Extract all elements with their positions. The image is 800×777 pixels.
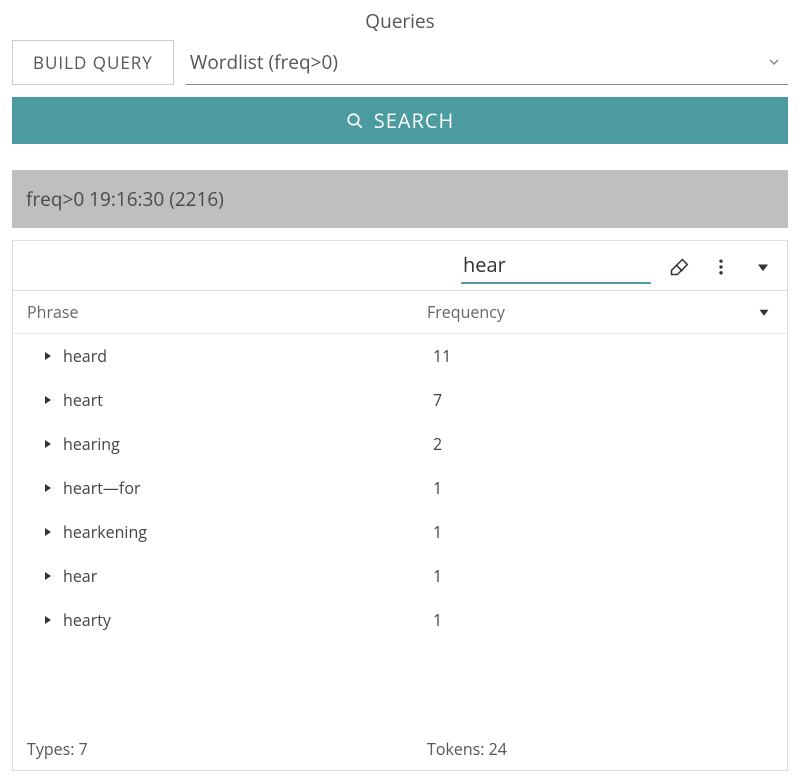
table-row[interactable]: heart—for1 — [13, 466, 787, 510]
table-row[interactable]: hearty1 — [13, 598, 787, 642]
column-frequency[interactable]: Frequency — [427, 301, 755, 323]
kebab-icon — [711, 257, 731, 277]
sort-menu-button[interactable] — [755, 303, 773, 321]
frequency-cell: 11 — [433, 345, 773, 367]
table-row[interactable]: heart7 — [13, 378, 787, 422]
table-header: Phrase Frequency — [13, 291, 787, 334]
chevron-down-icon — [768, 56, 780, 68]
phrase-cell: hearkening — [63, 521, 433, 543]
expand-icon — [43, 483, 53, 493]
page-title: Queries — [12, 8, 788, 34]
frequency-cell: 1 — [433, 609, 773, 631]
more-menu-button[interactable] — [707, 253, 735, 281]
phrase-cell: hearing — [63, 433, 433, 455]
build-query-button[interactable]: BUILD QUERY — [12, 40, 174, 85]
eraser-button[interactable] — [665, 253, 693, 281]
expand-icon — [43, 615, 53, 625]
triangle-down-icon — [755, 302, 773, 322]
search-button[interactable]: SEARCH — [12, 97, 788, 144]
phrase-cell: heart—for — [63, 477, 433, 499]
types-count: Types: 7 — [27, 738, 427, 760]
eraser-icon — [669, 257, 689, 277]
phrase-cell: heard — [63, 345, 433, 367]
table-footer: Types: 7 Tokens: 24 — [13, 722, 787, 770]
search-icon — [346, 112, 364, 130]
expand-icon — [43, 395, 53, 405]
frequency-cell: 1 — [433, 477, 773, 499]
tokens-count: Tokens: 24 — [427, 738, 773, 760]
table-row[interactable]: hear1 — [13, 554, 787, 598]
collapse-toggle[interactable] — [749, 253, 777, 281]
phrase-cell: hearty — [63, 609, 433, 631]
expand-icon — [43, 439, 53, 449]
filter-input[interactable] — [461, 249, 651, 284]
frequency-cell: 7 — [433, 389, 773, 411]
phrase-cell: hear — [63, 565, 433, 587]
search-button-label: SEARCH — [374, 107, 454, 134]
frequency-cell: 1 — [433, 521, 773, 543]
query-summary: freq>0 19:16:30 (2216) — [12, 170, 788, 228]
wordlist-select[interactable]: Wordlist (freq>0) — [186, 40, 788, 85]
wordlist-selected-label: Wordlist (freq>0) — [190, 49, 338, 75]
expand-icon — [43, 351, 53, 361]
expand-icon — [43, 571, 53, 581]
results-table: Phrase Frequency heard11heart7hearing2he… — [12, 290, 788, 771]
frequency-cell: 2 — [433, 433, 773, 455]
query-builder-row: BUILD QUERY Wordlist (freq>0) — [12, 40, 788, 85]
table-row[interactable]: hearkening1 — [13, 510, 787, 554]
frequency-cell: 1 — [433, 565, 773, 587]
table-row[interactable]: heard11 — [13, 334, 787, 378]
phrase-cell: heart — [63, 389, 433, 411]
filter-row — [12, 240, 788, 290]
triangle-down-icon — [753, 257, 773, 277]
table-row[interactable]: hearing2 — [13, 422, 787, 466]
expand-icon — [43, 527, 53, 537]
column-phrase[interactable]: Phrase — [27, 301, 427, 323]
